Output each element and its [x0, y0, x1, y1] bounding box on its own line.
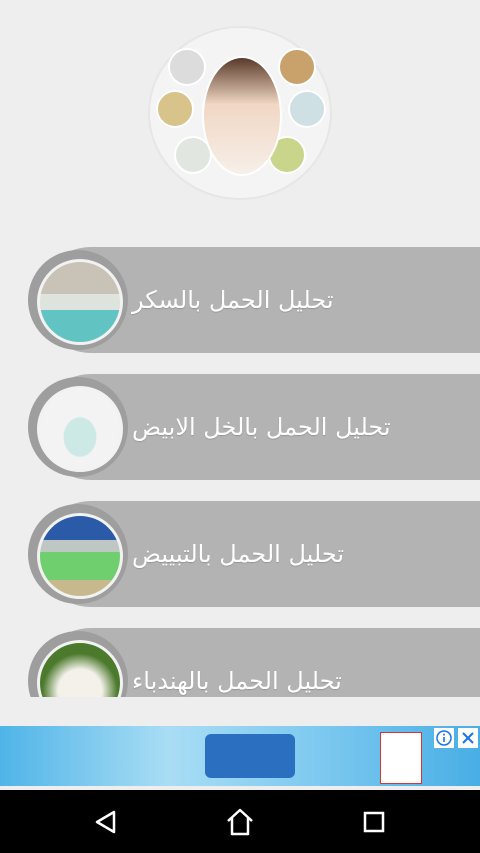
list-item-dandelion-test[interactable]: تحليل الحمل بالهندباء — [28, 628, 480, 697]
back-icon[interactable] — [90, 806, 122, 838]
item-label: تحليل الحمل بالهندباء — [132, 667, 342, 695]
ad-banner[interactable] — [0, 726, 480, 786]
topics-list: تحليل الحمل بالسكر تحليل الحمل بالخل الا… — [0, 0, 480, 697]
system-nav-bar — [0, 790, 480, 853]
ad-center-graphic — [205, 734, 295, 778]
sugar-test-thumbnail — [37, 259, 123, 345]
item-label: تحليل الحمل بالتبييض — [132, 540, 344, 568]
ad-right-graphic — [380, 732, 422, 784]
logo-portrait — [202, 56, 282, 176]
list-item-bleach-test[interactable]: تحليل الحمل بالتبييض — [28, 501, 480, 607]
list-item-vinegar-test[interactable]: تحليل الحمل بالخل الابيض — [28, 374, 480, 480]
home-icon[interactable] — [224, 806, 256, 838]
logo-thumbnail — [288, 90, 326, 128]
info-icon[interactable] — [434, 728, 454, 748]
list-item-sugar-test[interactable]: تحليل الحمل بالسكر — [28, 247, 480, 353]
logo-thumbnail — [156, 90, 194, 128]
vinegar-test-thumbnail — [37, 386, 123, 472]
ad-brand-logo — [70, 734, 130, 754]
logo-thumbnail — [278, 48, 316, 86]
recents-icon[interactable] — [358, 806, 390, 838]
bleach-test-thumbnail — [37, 513, 123, 599]
logo-thumbnail — [168, 48, 206, 86]
app-logo — [150, 28, 330, 198]
close-icon[interactable] — [458, 728, 478, 748]
item-label: تحليل الحمل بالخل الابيض — [132, 413, 391, 441]
item-label: تحليل الحمل بالسكر — [132, 286, 334, 314]
